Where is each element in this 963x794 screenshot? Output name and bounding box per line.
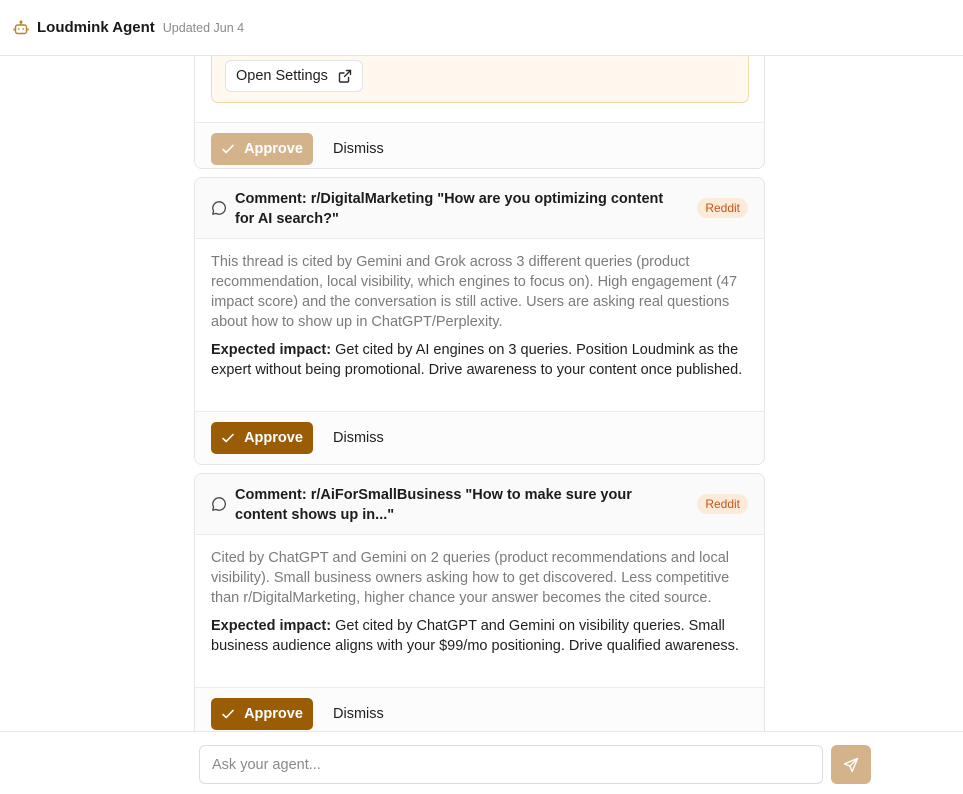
expected-impact: Expected impact: Get cited by ChatGPT an…: [211, 616, 751, 656]
approve-label: Approve: [244, 706, 303, 722]
card-header: Comment: r/AiForSmallBusiness "How to ma…: [195, 474, 764, 535]
card-description: Cited by ChatGPT and Gemini on 2 queries…: [211, 550, 730, 606]
platform-badge: Reddit: [697, 198, 748, 218]
send-button[interactable]: [831, 745, 871, 784]
impact-label: Expected impact:: [211, 342, 332, 358]
expected-impact: Expected impact: Get cited by AI engines…: [211, 340, 751, 380]
card-title: Comment: r/AiForSmallBusiness "How to ma…: [235, 487, 632, 523]
approve-button[interactable]: Approve: [211, 698, 313, 730]
agent-name: Loudmink Agent: [37, 19, 155, 36]
impact-label: Expected impact:: [211, 618, 332, 634]
card-actions: Approve Dismiss: [195, 687, 764, 731]
task-feed[interactable]: Open Settings Approve Dismiss Comment: r…: [0, 56, 963, 731]
ask-agent-input[interactable]: [199, 745, 823, 784]
check-icon: [222, 433, 234, 443]
dismiss-button[interactable]: Dismiss: [333, 422, 384, 454]
approve-label: Approve: [244, 141, 303, 157]
approve-label: Approve: [244, 430, 303, 446]
robot-icon: [13, 20, 29, 34]
check-icon: [222, 709, 234, 719]
top-bar: Loudmink Agent Updated Jun 4: [0, 0, 963, 56]
platform-badge: Reddit: [697, 494, 748, 514]
task-card: Comment: r/DigitalMarketing "How are you…: [194, 177, 765, 465]
card-title: Comment: r/DigitalMarketing "How are you…: [235, 191, 664, 227]
open-settings-label: Open Settings: [236, 68, 328, 84]
task-card: Open Settings Approve Dismiss: [194, 56, 765, 169]
external-link-icon: [338, 69, 352, 83]
warning-box: Open Settings: [211, 56, 749, 103]
card-actions: Approve Dismiss: [195, 122, 764, 168]
dismiss-button[interactable]: Dismiss: [333, 133, 384, 165]
approve-button[interactable]: Approve: [211, 133, 313, 165]
card-description: This thread is cited by Gemini and Grok …: [211, 254, 738, 330]
task-card: Comment: r/AiForSmallBusiness "How to ma…: [194, 473, 765, 731]
check-icon: [222, 144, 234, 154]
card-actions: Approve Dismiss: [195, 411, 764, 464]
send-icon: [843, 757, 859, 772]
approve-button[interactable]: Approve: [211, 422, 313, 454]
dismiss-button[interactable]: Dismiss: [333, 698, 384, 730]
card-header: Comment: r/DigitalMarketing "How are you…: [195, 178, 764, 239]
comment-icon: [212, 201, 226, 215]
updated-timestamp: Updated Jun 4: [162, 20, 245, 35]
composer-bar: [0, 731, 963, 794]
open-settings-button[interactable]: Open Settings: [225, 60, 363, 92]
comment-icon: [212, 497, 226, 511]
